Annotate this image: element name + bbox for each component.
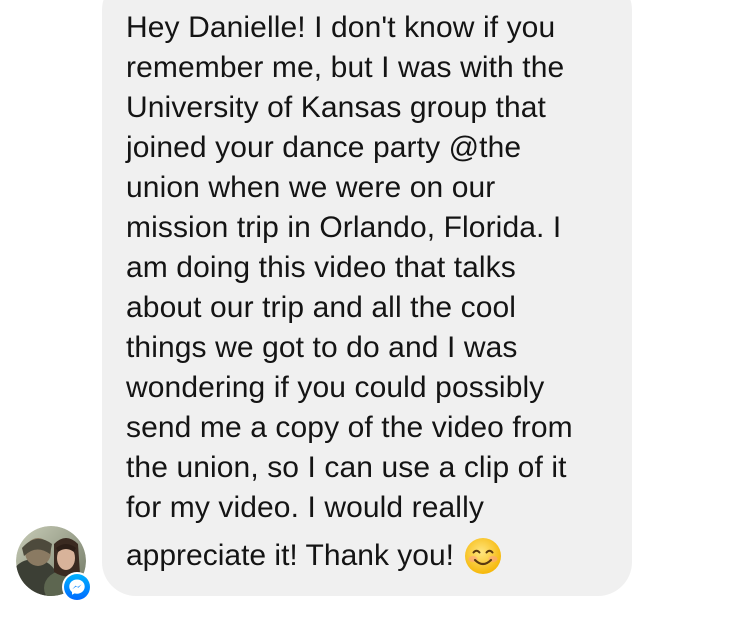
sender-avatar-wrapper[interactable] xyxy=(16,526,92,602)
incoming-message-row: Hey Danielle! I don't know if you rememb… xyxy=(0,0,750,619)
messenger-icon xyxy=(64,574,90,600)
message-last-line: appreciate it! Thank you! xyxy=(126,534,502,578)
message-text: Hey Danielle! I don't know if you rememb… xyxy=(126,11,573,524)
message-closing-text: appreciate it! Thank you! xyxy=(126,539,454,572)
messenger-badge xyxy=(62,572,92,602)
message-bubble[interactable]: Hey Danielle! I don't know if you rememb… xyxy=(102,0,632,596)
smiling-face-emoji-icon xyxy=(464,538,501,574)
